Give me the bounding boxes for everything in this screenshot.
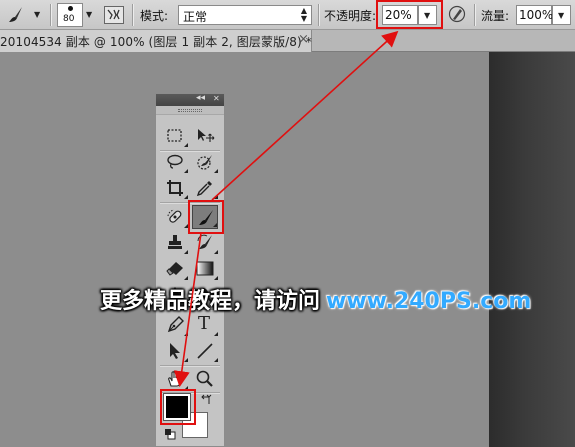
lasso-icon xyxy=(167,154,183,169)
clone-stamp-tool[interactable] xyxy=(162,231,188,255)
tools-panel: ◂◂ ✕ T xyxy=(155,93,225,447)
type-tool[interactable]: T xyxy=(192,313,218,337)
submenu-triangle-icon xyxy=(184,250,188,254)
brush-panel-icon xyxy=(107,9,120,20)
opacity-label: 不透明度: xyxy=(324,9,377,23)
document-title: 20104534 副本 @ 100% (图层 1 副本 2, 图层蒙版/8) * xyxy=(0,35,312,49)
tablet-pressure-opacity-button[interactable] xyxy=(447,4,469,26)
submenu-triangle-icon xyxy=(184,276,188,280)
default-colors-icon[interactable] xyxy=(164,428,176,440)
submenu-triangle-icon xyxy=(214,332,218,336)
mode-value: 正常 xyxy=(183,10,208,24)
path-selection-tool[interactable] xyxy=(162,339,188,363)
watermark-text: 更多精品教程，请访问 xyxy=(100,289,321,314)
eyedropper-tool[interactable] xyxy=(192,176,218,200)
brush-tool-highlight-box xyxy=(188,200,224,234)
submenu-triangle-icon xyxy=(184,332,188,336)
brush-panel-toggle[interactable] xyxy=(104,6,124,24)
submenu-triangle-icon xyxy=(214,195,218,199)
submenu-triangle-icon xyxy=(214,358,218,362)
collapse-icon[interactable]: ◂◂ xyxy=(196,93,205,103)
quick-select-brush-icon xyxy=(197,155,212,170)
brush-size-value: 80 xyxy=(63,14,75,24)
divider xyxy=(132,4,133,26)
pen-nib-icon xyxy=(167,316,184,333)
submenu-triangle-icon xyxy=(184,358,188,362)
options-bar: ▼ 80 ▼ 模式: 正常 ▲ ▼ 不透明度: 20% ▼ 流量: 100% ▼ xyxy=(0,0,575,30)
arrow-cursor-icon xyxy=(170,343,180,359)
divider xyxy=(160,365,220,366)
tools-panel-header[interactable]: ◂◂ ✕ xyxy=(156,93,224,106)
divider xyxy=(318,4,319,26)
foreground-highlight-box xyxy=(160,389,196,425)
magnifier-icon xyxy=(196,370,213,387)
submenu-triangle-icon xyxy=(184,195,188,199)
mode-select[interactable]: 正常 ▲ ▼ xyxy=(178,5,312,25)
close-icon[interactable]: ✕ xyxy=(213,94,220,103)
healing-brush-tool[interactable] xyxy=(162,205,188,229)
submenu-triangle-icon xyxy=(184,143,188,147)
dashed-rect-icon xyxy=(167,129,182,142)
tools-panel-grip[interactable] xyxy=(156,106,224,115)
crop-tool[interactable] xyxy=(162,176,188,200)
divider xyxy=(50,4,51,26)
image-canvas[interactable] xyxy=(489,52,575,447)
quick-selection-tool[interactable] xyxy=(192,150,218,174)
eraser-tool[interactable] xyxy=(162,257,188,281)
close-icon[interactable]: × xyxy=(298,32,309,47)
gradient-icon xyxy=(196,261,214,276)
brush-size-picker[interactable]: 80 ▼ xyxy=(57,3,95,27)
opacity-highlight-box xyxy=(376,0,443,29)
mode-label: 模式: xyxy=(140,9,169,23)
lasso-tool[interactable] xyxy=(162,150,188,174)
zoom-tool[interactable] xyxy=(192,367,218,391)
divider xyxy=(474,4,475,26)
submenu-triangle-icon xyxy=(214,169,218,173)
stamp-icon xyxy=(168,235,182,249)
pen-pressure-icon xyxy=(448,5,466,23)
flow-label: 流量: xyxy=(481,9,510,23)
move-tool[interactable] xyxy=(192,124,218,148)
crop-icon xyxy=(167,180,183,196)
gradient-tool[interactable] xyxy=(192,257,218,281)
submenu-triangle-icon xyxy=(214,276,218,280)
canvas-area[interactable] xyxy=(0,52,575,447)
history-brush-tool[interactable] xyxy=(192,231,218,255)
document-tab[interactable]: 20104534 副本 @ 100% (图层 1 副本 2, 图层蒙版/8) *… xyxy=(0,30,312,52)
brush-dot-icon xyxy=(68,6,73,11)
flow-dropdown-button[interactable]: ▼ xyxy=(552,5,571,25)
flow-input[interactable]: 100% xyxy=(516,5,554,25)
document-tab-bar: 20104534 副本 @ 100% (图层 1 副本 2, 图层蒙版/8) *… xyxy=(0,30,575,52)
chevron-down-icon: ▼ xyxy=(558,11,565,20)
line-icon xyxy=(197,343,213,359)
submenu-triangle-icon xyxy=(214,250,218,254)
watermark-url: www.240PS.com xyxy=(326,289,532,314)
bandage-icon xyxy=(167,209,182,223)
submenu-triangle-icon xyxy=(184,169,188,173)
watermark: 更多精品教程，请访问 www.240PS.com xyxy=(100,283,531,315)
brush-icon xyxy=(9,7,22,22)
chevron-down-icon: ▼ xyxy=(86,10,93,19)
flow-value: 100% xyxy=(519,8,554,22)
grip-icon xyxy=(178,109,202,112)
move-arrow-icon xyxy=(198,129,215,142)
swap-colors-icon[interactable] xyxy=(200,394,212,406)
hand-tool[interactable] xyxy=(162,367,188,391)
history-brush-icon xyxy=(197,234,212,249)
type-t-icon: T xyxy=(198,313,211,334)
marquee-tool[interactable] xyxy=(162,124,188,148)
chevron-down-icon: ▼ xyxy=(34,10,41,19)
brush-preview: 80 xyxy=(57,3,83,27)
eraser-icon xyxy=(166,262,183,276)
tool-preset-picker[interactable]: ▼ xyxy=(4,4,46,26)
hand-icon xyxy=(168,370,181,387)
line-tool[interactable] xyxy=(192,339,218,363)
updown-arrows-icon: ▲ ▼ xyxy=(300,6,307,23)
pen-tool[interactable] xyxy=(162,313,188,337)
eyedropper-icon xyxy=(196,181,212,197)
